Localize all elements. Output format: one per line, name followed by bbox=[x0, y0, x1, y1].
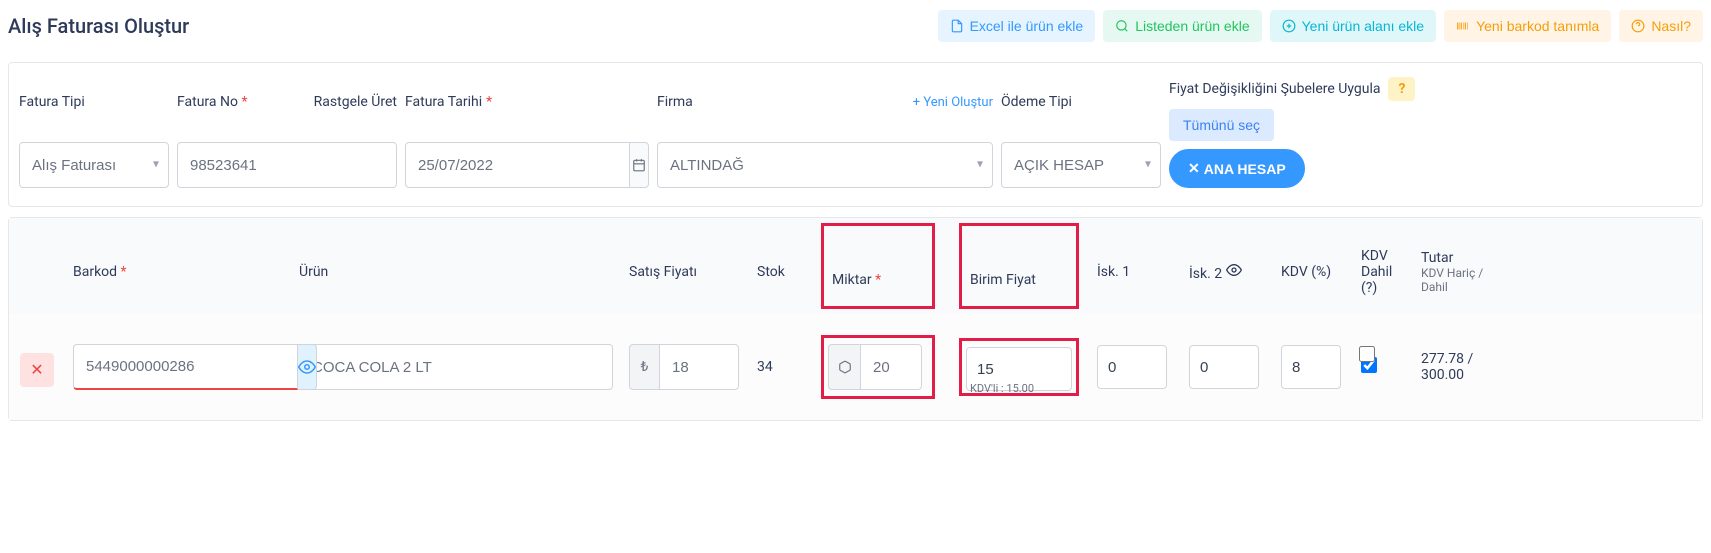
new-barcode-button[interactable]: Yeni barkod tanımla bbox=[1444, 10, 1611, 42]
barcode-icon bbox=[1456, 19, 1470, 33]
discount1-input[interactable] bbox=[1097, 345, 1167, 389]
file-icon bbox=[950, 19, 964, 33]
branches-label: Fiyat Değişikliğini Şubelere Uygula bbox=[1169, 81, 1380, 97]
select-all-branches-button[interactable]: Tümünü seç bbox=[1169, 109, 1274, 141]
table-header-row: Barkod * Ürün Satış Fiyatı Stok Miktar *… bbox=[9, 218, 1702, 314]
eye-icon bbox=[1226, 266, 1242, 282]
th-miktar: Miktar * bbox=[821, 223, 935, 309]
th-isk1: İsk. 1 bbox=[1089, 234, 1181, 298]
invoice-form: Fatura Tipi Alış Faturası Fatura No * Ra… bbox=[8, 62, 1703, 207]
th-urun: Ürün bbox=[291, 234, 621, 298]
items-table: Barkod * Ürün Satış Fiyatı Stok Miktar *… bbox=[8, 217, 1703, 421]
firm-label: Firma bbox=[657, 94, 693, 110]
currency-icon: ₺ bbox=[629, 344, 659, 390]
eye-icon bbox=[298, 358, 316, 376]
unit-price-kdvli: KDV'li : 15.00 bbox=[970, 382, 1034, 395]
page-title: Alış Faturası Oluştur bbox=[8, 14, 189, 38]
excel-add-button[interactable]: Excel ile ürün ekle bbox=[938, 10, 1096, 42]
invoice-type-select[interactable]: Alış Faturası bbox=[19, 142, 169, 188]
plus-circle-icon bbox=[1282, 19, 1296, 33]
th-stok: Stok bbox=[749, 234, 815, 298]
th-isk2: İsk. 2 bbox=[1181, 232, 1273, 300]
invoice-date-label: Fatura Tarihi * bbox=[405, 94, 649, 134]
question-circle-icon bbox=[1631, 19, 1645, 33]
branches-help[interactable]: ? bbox=[1388, 77, 1415, 101]
th-kdv-dahil: KDV Dahil (?) bbox=[1353, 218, 1413, 314]
kdv-included-header-checkbox[interactable] bbox=[1359, 346, 1375, 362]
new-field-button[interactable]: Yeni ürün alanı ekle bbox=[1270, 10, 1436, 42]
th-satis-fiyati: Satış Fiyatı bbox=[621, 234, 749, 298]
firm-select[interactable]: ALTINDAĞ bbox=[657, 142, 993, 188]
invoice-no-label: Fatura No * bbox=[177, 94, 247, 110]
barcode-input[interactable] bbox=[73, 344, 298, 390]
page-header: Alış Faturası Oluştur Excel ile ürün ekl… bbox=[8, 10, 1703, 42]
list-add-button[interactable]: Listeden ürün ekle bbox=[1103, 10, 1261, 42]
main-branch-chip[interactable]: ✕ ANA HESAP bbox=[1169, 149, 1305, 188]
th-barkod: Barkod * bbox=[65, 234, 291, 298]
product-input[interactable] bbox=[299, 344, 613, 390]
stock-value: 34 bbox=[749, 329, 815, 405]
header-actions: Excel ile ürün ekle Listeden ürün ekle Y… bbox=[938, 10, 1703, 42]
th-tutar: Tutar KDV Hariç / Dahil bbox=[1413, 220, 1513, 312]
table-row: ✕ ₺ 34 bbox=[9, 314, 1702, 420]
search-icon bbox=[1115, 19, 1129, 33]
firm-new-link[interactable]: + Yeni Oluştur bbox=[913, 95, 993, 110]
random-generate-link[interactable]: Rastgele Üret bbox=[314, 94, 397, 110]
discount2-input[interactable] bbox=[1189, 345, 1259, 389]
th-birim-fiyat: Birim Fiyat bbox=[959, 223, 1079, 309]
payment-type-label: Ödeme Tipi bbox=[1001, 94, 1161, 134]
calendar-icon[interactable] bbox=[630, 142, 649, 188]
package-icon bbox=[828, 344, 860, 390]
invoice-no-input[interactable] bbox=[177, 142, 397, 188]
close-icon: ✕ bbox=[1188, 160, 1200, 177]
kdv-input[interactable] bbox=[1281, 345, 1341, 389]
invoice-date-input[interactable] bbox=[405, 142, 630, 188]
how-button[interactable]: Nasıl? bbox=[1619, 10, 1703, 42]
invoice-type-label: Fatura Tipi bbox=[19, 94, 169, 134]
sale-price-input[interactable] bbox=[659, 344, 739, 390]
total-value: 277.78 / 300.00 bbox=[1413, 321, 1513, 413]
payment-type-select[interactable]: AÇIK HESAP bbox=[1001, 142, 1161, 188]
view-barcode-button[interactable] bbox=[298, 344, 317, 390]
th-kdv: KDV (%) bbox=[1273, 234, 1353, 298]
quantity-input[interactable] bbox=[860, 344, 922, 390]
delete-row-button[interactable]: ✕ bbox=[20, 353, 54, 387]
